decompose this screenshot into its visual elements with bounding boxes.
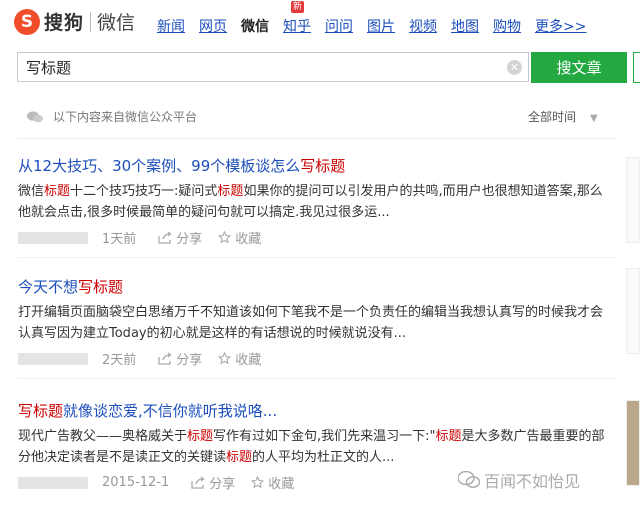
share-button[interactable]: 分享 <box>158 228 202 247</box>
result-snippet: 打开编辑页面脑袋空白思绪万千不知道该如何下笔我不是一个负责任的编辑当我想认真写的… <box>18 302 615 344</box>
result-thumbnail[interactable] <box>626 400 640 486</box>
text-segment: 今天不想 <box>18 278 79 296</box>
logo-subtitle: 微信 <box>97 12 136 34</box>
source-note-text: 以下内容来自微信公众平台 <box>53 110 198 124</box>
nav-item[interactable]: 新闻 <box>157 16 185 36</box>
highlight-keyword: 标题 <box>44 184 71 199</box>
favorite-label: 收藏 <box>235 353 262 368</box>
time-filter-dropdown[interactable]: 全部时间 ▼ <box>528 108 598 125</box>
star-icon <box>218 231 232 244</box>
wechat-icon <box>27 110 43 122</box>
result-separator <box>17 257 617 258</box>
nav-item-label: 新闻 <box>157 19 185 35</box>
result-date: 2015-12-1 <box>102 475 170 490</box>
search-articles-button[interactable]: 搜文章 <box>531 52 627 83</box>
result-meta: 1天前 分享 收藏 <box>18 228 618 247</box>
highlight-keyword: 标题 <box>217 184 244 199</box>
result-meta: 2天前 分享 收藏 <box>18 349 618 368</box>
text-segment: 现代广告教父——奥格威关于 <box>18 429 188 444</box>
star-icon <box>251 476 265 489</box>
author-blurred[interactable] <box>18 231 88 244</box>
divider <box>17 138 617 139</box>
result-date: 1天前 <box>102 232 137 247</box>
text-segment: 从12大技巧、30个案例、99个模板谈怎么 <box>18 157 301 175</box>
favorite-label: 收藏 <box>268 477 295 492</box>
result-snippet: 现代广告教父——奥格威关于标题写作有过如下金句,我们先来温习一下:"标题是大多数… <box>18 426 615 468</box>
share-icon <box>158 231 172 244</box>
result-thumbnail[interactable] <box>626 157 640 243</box>
result-title-link[interactable]: 从12大技巧、30个案例、99个模板谈怎么写标题 <box>18 155 618 176</box>
text-segment: 打开编辑页面脑袋空白思绪万千不知道该如何下笔我不是一个负责任的编辑当我想认真写的… <box>18 305 604 341</box>
text-segment: 就像谈恋爱,不信你就听我说咯... <box>63 402 278 420</box>
nav-item-label: 知乎 <box>283 19 311 35</box>
nav-item[interactable]: 更多>> <box>535 16 586 36</box>
watermark-text: 百闻不如怡见 <box>484 472 581 491</box>
nav-item-label: 更多>> <box>535 19 587 35</box>
nav-item[interactable]: 微信 <box>241 16 269 36</box>
nav-item-label: 地图 <box>451 19 479 35</box>
wechat-watermark-icon <box>458 471 480 488</box>
favorite-button[interactable]: 收藏 <box>218 349 261 368</box>
highlight-keyword: 标题 <box>435 429 462 444</box>
result-title-link[interactable]: 写标题就像谈恋爱,不信你就听我说咯... <box>18 400 618 421</box>
result-snippet: 微信标题十二个技巧技巧一:疑问式标题如果你的提问可以引发用户的共鸣,而用户也很想… <box>18 181 615 223</box>
result-title-link[interactable]: 今天不想写标题 <box>18 276 618 297</box>
nav-item[interactable]: 购物 <box>493 16 521 36</box>
sogou-logo-icon: S <box>14 8 40 35</box>
highlight-keyword: 写标题 <box>78 278 124 296</box>
nav-item-label: 微信 <box>241 19 269 35</box>
share-button[interactable]: 分享 <box>158 349 202 368</box>
text-segment: 微信 <box>18 184 45 199</box>
text-segment: 写作有过如下金句,我们先来温习一下:" <box>213 429 436 444</box>
result-separator <box>17 378 617 379</box>
result-item: 从12大技巧、30个案例、99个模板谈怎么写标题 微信标题十二个技巧技巧一:疑问式… <box>18 155 618 247</box>
search-input[interactable] <box>17 52 529 82</box>
author-blurred[interactable] <box>18 476 88 489</box>
author-blurred[interactable] <box>18 352 88 365</box>
nav-item-label: 视频 <box>409 19 437 35</box>
nav-item-label: 图片 <box>367 19 395 35</box>
result-date: 2天前 <box>102 353 137 368</box>
result-thumbnail[interactable] <box>626 268 640 354</box>
top-bar: S 搜狗 微信 新闻 网页 微信 知乎新问问 图片 视频 地图 购物 更多>> <box>0 0 640 46</box>
nav-item[interactable]: 问问 <box>325 16 353 36</box>
vertical-nav: 新闻 网页 微信 知乎 新问问 图片 视频 地图 购物 更多>> <box>157 1 600 36</box>
favorite-button[interactable]: 收藏 <box>251 473 294 492</box>
new-badge: 新 <box>291 1 305 13</box>
nav-item-label: 网页 <box>199 19 227 35</box>
text-segment: 的人平均为杜正文的人... <box>252 450 395 465</box>
text-segment: 十二个技巧技巧一:疑问式 <box>70 184 218 199</box>
logo-divider <box>90 11 92 32</box>
clear-icon[interactable]: ✕ <box>507 60 522 75</box>
nav-item[interactable]: 视频 <box>409 16 437 36</box>
share-label: 分享 <box>176 232 203 247</box>
favorite-button[interactable]: 收藏 <box>218 228 261 247</box>
share-label: 分享 <box>176 353 203 368</box>
logo-name: 搜狗 <box>44 12 85 34</box>
star-icon <box>218 352 232 365</box>
nav-item[interactable]: 网页 <box>199 16 227 36</box>
nav-item-label: 问问 <box>325 19 353 35</box>
chevron-down-icon: ▼ <box>590 113 598 124</box>
nav-item[interactable]: 地图 <box>451 16 479 36</box>
highlight-keyword: 写标题 <box>300 157 346 175</box>
highlight-keyword: 标题 <box>187 429 214 444</box>
share-button[interactable]: 分享 <box>191 473 235 492</box>
source-note: 以下内容来自微信公众平台 <box>27 108 197 125</box>
sogou-logo[interactable]: S 搜狗 微信 <box>14 8 135 35</box>
nav-item[interactable]: 知乎新 <box>283 1 311 36</box>
share-icon <box>158 352 172 365</box>
share-icon <box>191 476 205 489</box>
favorite-label: 收藏 <box>235 232 262 247</box>
result-item: 今天不想写标题打开编辑页面脑袋空白思绪万千不知道该如何下笔我不是一个负责任的编辑… <box>18 276 618 368</box>
share-label: 分享 <box>209 477 236 492</box>
watermark: 百闻不如怡见 <box>458 468 580 492</box>
highlight-keyword: 写标题 <box>18 402 64 420</box>
highlight-keyword: 标题 <box>226 450 253 465</box>
time-filter-label: 全部时间 <box>528 110 577 124</box>
search-accounts-button[interactable]: 搜 <box>633 52 640 83</box>
nav-item-label: 购物 <box>493 19 521 35</box>
nav-item[interactable]: 图片 <box>367 16 395 36</box>
